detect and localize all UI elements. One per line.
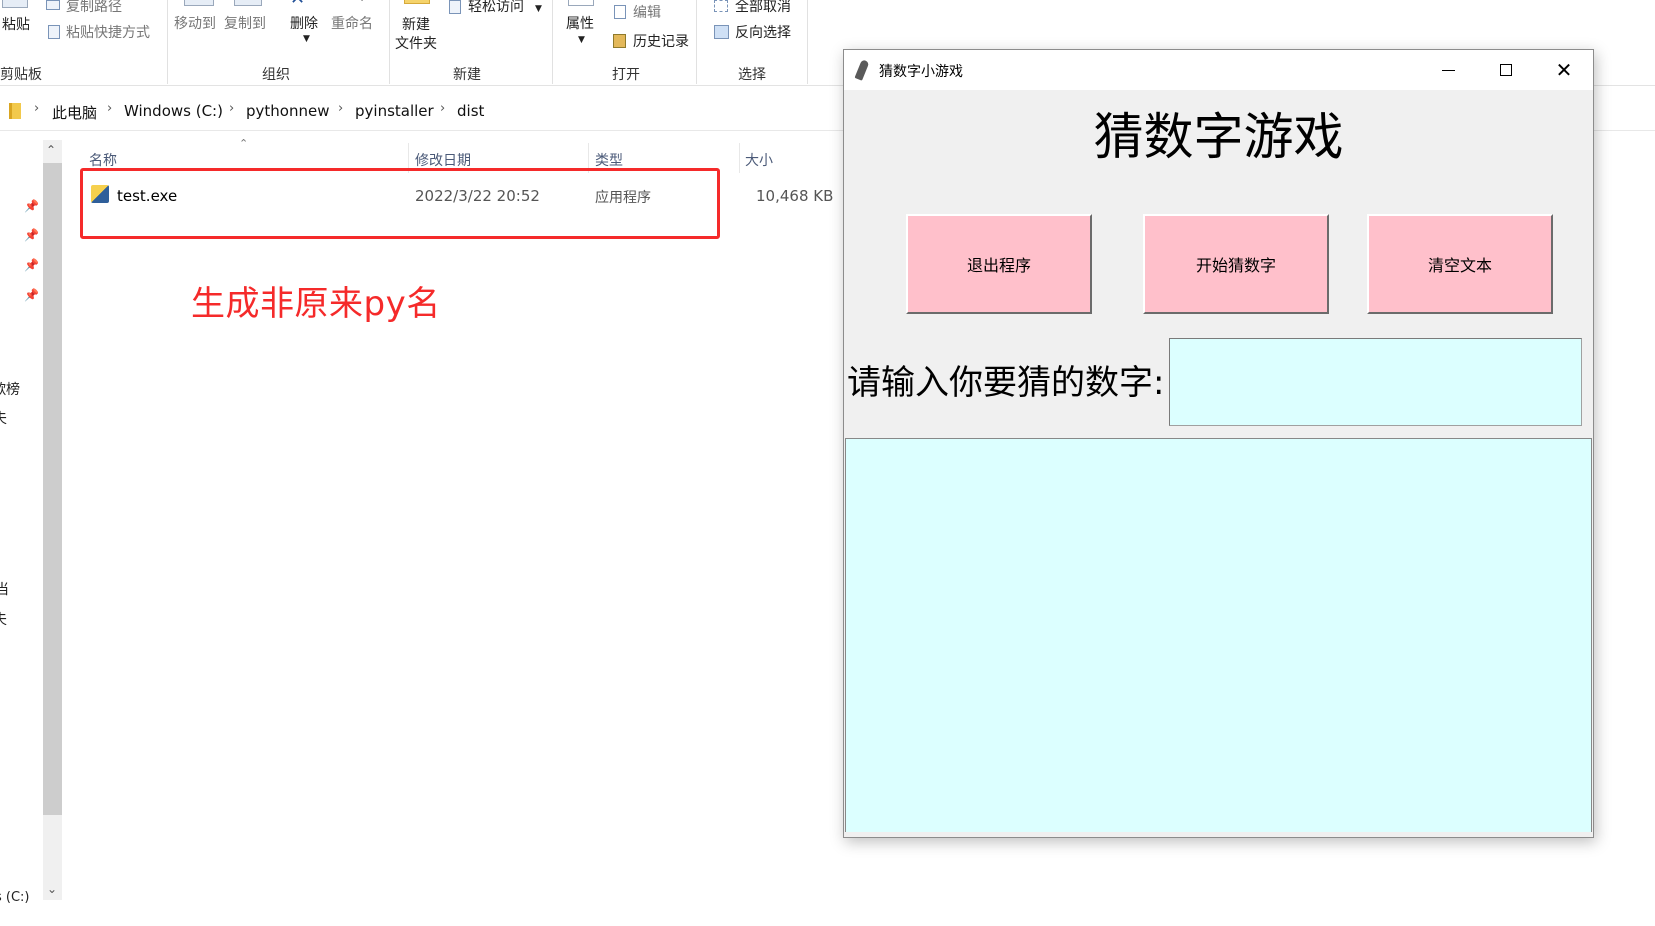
copy-path-icon [46,0,60,10]
minimize-icon [1441,69,1455,71]
move-to-button[interactable]: 移动到 [174,15,216,33]
guess-prompt-label: 请输入你要猜的数字: [847,363,1165,403]
pin-icon: 📌 [24,199,39,213]
paste-button[interactable]: 粘贴 [2,16,30,34]
ribbon-separator [389,0,390,84]
breadcrumb-pythonnew[interactable]: pythonnew [246,102,329,120]
ribbon-separator [552,0,553,84]
breadcrumb-drive[interactable]: Windows (C:) [124,102,223,120]
edit-button[interactable]: 编辑 [633,4,661,22]
breadcrumb-this-pc[interactable]: 此电脑 [52,102,97,123]
window-titlebar[interactable]: 猜数字小游戏 ✕ [844,50,1593,90]
group-organize-label: 组织 [262,67,290,83]
clear-text-button[interactable]: 清空文本 [1367,214,1553,314]
paste-shortcut-button[interactable]: 粘贴快捷方式 [66,24,150,42]
new-folder-button-line2[interactable]: 文件夹 [395,35,437,53]
minimize-button[interactable] [1419,50,1477,90]
sort-up-icon: ⌃ [239,137,249,150]
column-header-size[interactable]: 大小 [745,150,773,170]
properties-dropdown-icon: ▼ [578,35,585,45]
chevron-right-icon: › [34,101,40,116]
output-text-area[interactable] [845,438,1592,836]
invert-selection-button[interactable]: 反向选择 [735,24,791,42]
easy-access-dropdown-icon: ▼ [535,4,542,14]
folder-icon [9,103,21,119]
rename-button[interactable]: 重命名 [331,15,373,33]
start-guess-button[interactable]: 开始猜数字 [1143,214,1329,314]
rename-icon: ⌐ [360,0,372,8]
history-icon [613,34,626,48]
chevron-right-icon: › [338,101,344,116]
nav-item-fragment[interactable]: 夫 [0,609,7,629]
group-clipboard-label: 剪贴板 [0,67,42,83]
annotation-highlight-box [80,168,720,239]
feather-icon [854,59,870,81]
copy-to-button[interactable]: 复制到 [224,15,266,33]
delete-dropdown-icon: ▼ [303,34,310,44]
nav-item-drive[interactable]: s (C:) [0,890,30,905]
invert-selection-icon [714,25,729,39]
ribbon-separator [167,0,168,84]
easy-access-icon [449,0,461,14]
ribbon-separator [696,0,697,84]
edit-icon [614,5,626,19]
copy-to-icon [234,0,262,6]
new-folder-button[interactable]: 新建 [402,16,430,34]
group-select-label: 选择 [738,67,766,83]
nav-scrollbar-thumb[interactable] [43,163,62,815]
column-header-date[interactable]: 修改日期 [415,150,471,170]
breadcrumb-dist[interactable]: dist [457,102,484,120]
maximize-button[interactable] [1477,50,1535,90]
chevron-right-icon: › [440,101,446,116]
scroll-down-arrow-icon[interactable]: ⌄ [47,882,57,896]
game-heading: 猜数字游戏 [1093,108,1344,166]
annotation-text: 生成非原来py名 [191,284,441,324]
guess-input[interactable] [1169,338,1582,426]
pin-icon: 📌 [24,288,39,302]
paste-shortcut-icon [48,25,60,39]
history-button[interactable]: 历史记录 [633,33,689,51]
paste-icon[interactable] [2,0,28,8]
group-new-label: 新建 [453,67,481,83]
window-title: 猜数字小游戏 [879,64,963,80]
move-to-icon [184,0,214,6]
chevron-right-icon: › [107,101,113,116]
select-none-icon [714,0,728,12]
close-icon: ✕ [1555,58,1573,82]
nav-item-fragment[interactable]: 当 [0,579,9,599]
pin-icon: 📌 [24,258,39,272]
nav-item-fragment[interactable]: 夫 [0,408,7,428]
column-header-name[interactable]: 名称 [89,150,117,170]
quit-button[interactable]: 退出程序 [906,214,1092,314]
group-open-label: 打开 [612,67,640,83]
easy-access-button[interactable]: 轻松访问 [468,0,524,16]
delete-icon: ✕ [290,0,305,8]
column-header-type[interactable]: 类型 [595,150,623,170]
select-none-button[interactable]: 全部取消 [735,0,791,16]
copy-path-button[interactable]: 复制路径 [66,0,122,16]
ribbon-separator [807,0,808,84]
new-folder-icon [404,0,430,4]
chevron-right-icon: › [229,101,235,116]
pin-icon: 📌 [24,228,39,242]
maximize-icon [1500,64,1512,76]
properties-icon [568,0,594,6]
window-bottom-edge [844,832,1593,837]
nav-item-fragment[interactable]: 歌榜 [0,379,20,399]
guess-game-window: 猜数字小游戏 ✕ 猜数字游戏 退出程序 开始猜数字 清空文本 请输入你要猜的数字… [843,49,1594,838]
column-separator[interactable] [739,143,740,173]
breadcrumb-pyinstaller[interactable]: pyinstaller [355,102,434,120]
close-button[interactable]: ✕ [1535,50,1593,90]
scroll-up-arrow-icon[interactable]: ⌃ [46,143,56,157]
file-size: 10,468 KB [756,187,834,205]
